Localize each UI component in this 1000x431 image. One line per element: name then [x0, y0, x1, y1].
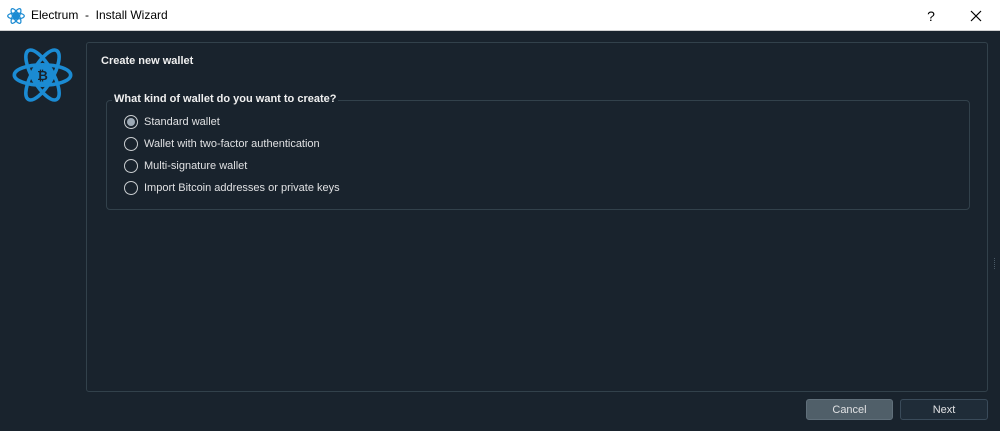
radio-button[interactable]: [124, 137, 138, 151]
radio-label[interactable]: Wallet with two-factor authentication: [144, 138, 320, 150]
svg-text:₿: ₿: [37, 69, 48, 84]
help-button[interactable]: ?: [913, 0, 949, 31]
radio-button[interactable]: [124, 115, 138, 129]
close-button[interactable]: [953, 0, 999, 31]
wallet-type-groupbox: What kind of wallet do you want to creat…: [106, 93, 970, 210]
radio-label[interactable]: Multi-signature wallet: [144, 160, 247, 172]
wizard-content-panel: Create new wallet What kind of wallet do…: [86, 42, 988, 392]
radio-two-factor-wallet[interactable]: Wallet with two-factor authentication: [124, 136, 320, 152]
page-title: Create new wallet: [101, 55, 194, 67]
radio-import-wallet[interactable]: Import Bitcoin addresses or private keys: [124, 180, 340, 196]
radio-multisig-wallet[interactable]: Multi-signature wallet: [124, 158, 247, 174]
next-button[interactable]: Next: [900, 399, 988, 420]
close-icon: [970, 10, 982, 21]
cancel-button[interactable]: Cancel: [806, 399, 893, 420]
wallet-type-question: What kind of wallet do you want to creat…: [112, 93, 339, 105]
radio-button[interactable]: [124, 159, 138, 173]
radio-button[interactable]: [124, 181, 138, 195]
window-title: Electrum - Install Wizard: [31, 8, 168, 22]
resize-grip[interactable]: [994, 258, 997, 269]
radio-selected-dot: [127, 118, 135, 126]
radio-label[interactable]: Import Bitcoin addresses or private keys: [144, 182, 340, 194]
electrum-logo-icon: [7, 8, 25, 24]
electrum-logo-icon: ₿: [12, 48, 73, 102]
radio-label[interactable]: Standard wallet: [144, 116, 220, 128]
title-bar: Electrum - Install Wizard ?: [0, 0, 1000, 31]
radio-standard-wallet[interactable]: Standard wallet: [124, 114, 220, 130]
